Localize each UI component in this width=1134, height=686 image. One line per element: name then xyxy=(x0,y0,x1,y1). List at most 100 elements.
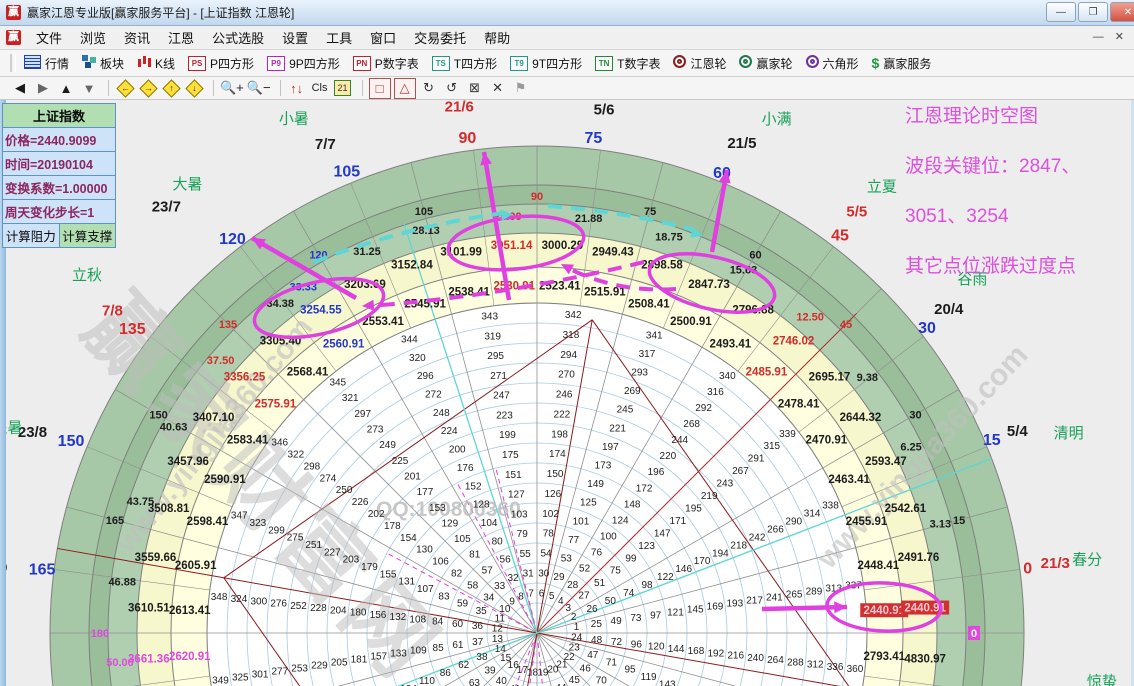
svg-text:33: 33 xyxy=(494,581,506,592)
rotate-cw-button[interactable]: ↻ xyxy=(419,79,439,98)
svg-text:151: 151 xyxy=(505,470,522,481)
toolbar-button-T四方形[interactable]: TST四方形 xyxy=(432,55,497,72)
zoom-out-button[interactable]: 🔍− xyxy=(247,79,271,98)
svg-text:2491.76: 2491.76 xyxy=(898,552,940,564)
menu-item-帮助[interactable]: 帮助 xyxy=(475,31,519,46)
menu-item-浏览[interactable]: 浏览 xyxy=(71,31,115,46)
svg-text:245: 245 xyxy=(617,405,634,416)
rotate-right-gray-button[interactable]: ▶ xyxy=(33,79,53,98)
toolbar-button-T数字表[interactable]: TNT数字表 xyxy=(595,55,660,72)
svg-text:小暑: 小暑 xyxy=(279,111,309,128)
svg-text:218: 218 xyxy=(730,540,747,551)
box-x-button[interactable]: ⊠ xyxy=(465,79,485,98)
svg-text:203: 203 xyxy=(343,555,360,566)
rotate-ccw-button[interactable]: ↺ xyxy=(442,79,462,98)
toolbar-button-行情[interactable]: 行情 xyxy=(24,55,69,72)
rotate-down-gray-button[interactable]: ▼ xyxy=(79,79,99,98)
window-title: 赢家江恩专业版[赢家服务平台] - [上证指数 江恩轮] xyxy=(27,4,294,21)
svg-text:273: 273 xyxy=(367,425,384,436)
menu-item-交易委托[interactable]: 交易委托 xyxy=(405,31,475,46)
svg-text:23/7: 23/7 xyxy=(152,199,181,216)
calc-resistance-button[interactable]: 计算阻力 xyxy=(3,224,60,247)
svg-text:45: 45 xyxy=(831,227,849,244)
maximize-button[interactable]: ❐ xyxy=(1078,2,1108,22)
instrument-name: 上证指数 xyxy=(3,104,115,128)
svg-text:2560.91: 2560.91 xyxy=(323,339,365,351)
toolbar-button-9P四方形[interactable]: P99P四方形 xyxy=(267,55,340,72)
toolbar-button-P四方形[interactable]: PSP四方形 xyxy=(188,55,254,72)
menu-item-公式选股[interactable]: 公式选股 xyxy=(203,31,273,46)
minimize-button[interactable]: — xyxy=(1046,2,1076,22)
menu-item-文件[interactable]: 文件 xyxy=(27,31,71,46)
svg-text:30: 30 xyxy=(909,410,921,422)
square-tool-button[interactable]: □ xyxy=(369,78,391,99)
pan-up-button[interactable]: ↑ xyxy=(161,79,181,98)
svg-text:12: 12 xyxy=(492,623,504,634)
calc-support-button[interactable]: 计算支撑 xyxy=(60,224,116,247)
collapse-button[interactable]: ✕ xyxy=(488,79,508,98)
svg-text:74: 74 xyxy=(623,588,635,599)
triangle-tool-button[interactable]: △ xyxy=(394,78,416,99)
menu-item-资讯[interactable]: 资讯 xyxy=(115,31,159,46)
svg-text:2455.91: 2455.91 xyxy=(846,516,888,528)
pan-down-button[interactable]: ↓ xyxy=(184,79,204,98)
svg-text:104: 104 xyxy=(481,518,498,529)
svg-text:75: 75 xyxy=(584,130,602,147)
svg-text:318: 318 xyxy=(563,330,580,341)
menu-item-窗口[interactable]: 窗口 xyxy=(361,31,405,46)
svg-text:325: 325 xyxy=(232,672,249,683)
updown-button[interactable]: ↑↓ xyxy=(287,79,307,98)
toolbar-button-六角形[interactable]: 六角形 xyxy=(806,55,859,72)
svg-text:105: 105 xyxy=(333,164,360,181)
toolbar-button-P数字表[interactable]: PNP数字表 xyxy=(353,55,419,72)
svg-text:195: 195 xyxy=(685,503,702,514)
toolbar-button-赢家轮[interactable]: 赢家轮 xyxy=(739,55,792,72)
svg-text:129: 129 xyxy=(442,518,459,529)
calendar-button[interactable]: 21 xyxy=(333,79,353,98)
rotate-up-black-button[interactable]: ▲ xyxy=(56,79,76,98)
menu-item-江恩[interactable]: 江恩 xyxy=(159,31,203,46)
menu-item-设置[interactable]: 设置 xyxy=(273,31,317,46)
flag-button[interactable]: ⚑ xyxy=(511,79,531,98)
svg-text:3559.66: 3559.66 xyxy=(135,552,177,564)
svg-text:63: 63 xyxy=(469,678,481,686)
svg-text:360: 360 xyxy=(847,664,864,675)
svg-text:144: 144 xyxy=(668,644,685,655)
svg-text:171: 171 xyxy=(670,516,687,527)
toolbar-button-赢家服务[interactable]: $赢家服务 xyxy=(872,55,932,72)
svg-text:248: 248 xyxy=(433,408,450,419)
svg-text:267: 267 xyxy=(732,466,749,477)
close-button[interactable]: ✕ xyxy=(1110,2,1134,22)
svg-text:31.25: 31.25 xyxy=(353,246,381,258)
pan-right-button[interactable]: → xyxy=(138,79,158,98)
svg-text:204: 204 xyxy=(330,605,347,616)
pan-left-button[interactable]: ← xyxy=(115,79,135,98)
svg-text:32: 32 xyxy=(508,573,520,584)
svg-text:35: 35 xyxy=(476,606,488,617)
svg-text:319: 319 xyxy=(484,331,501,342)
menu-item-工具[interactable]: 工具 xyxy=(317,31,361,46)
toolbar-button-江恩轮[interactable]: 江恩轮 xyxy=(673,55,726,72)
toolbar-button-板块[interactable]: 板块 xyxy=(82,55,124,72)
zoom-in-button[interactable]: 🔍+ xyxy=(220,79,244,98)
toolbar-label: 行情 xyxy=(45,55,69,72)
svg-text:58: 58 xyxy=(467,580,479,591)
pan-right-icon: → xyxy=(139,79,157,97)
svg-text:56: 56 xyxy=(500,555,512,566)
toolbar-grip xyxy=(10,54,16,72)
main-toolbar: 行情板块 K线 PSP四方形 P99P四方形 PNP数字表 TST四方形 T99T四方形 TN… xyxy=(0,50,1134,77)
mdi-window-buttons[interactable]: — ✕ xyxy=(1093,30,1128,43)
toolbar-separator xyxy=(213,80,214,96)
toolbar-button-9T四方形[interactable]: T99T四方形 xyxy=(510,55,582,72)
rotate-left-black-button[interactable]: ◀ xyxy=(10,79,30,98)
toolbar-label: 赢家轮 xyxy=(756,55,792,72)
svg-text:226: 226 xyxy=(352,497,369,508)
svg-text:立秋: 立秋 xyxy=(72,267,102,284)
svg-text:196: 196 xyxy=(648,467,665,478)
svg-text:192: 192 xyxy=(707,648,724,659)
svg-text:146: 146 xyxy=(675,564,692,575)
toolbar-button-K线[interactable]: K线 xyxy=(137,55,175,72)
svg-text:48: 48 xyxy=(591,635,603,646)
candlestick-icon xyxy=(137,55,151,71)
cls-button[interactable]: Cls xyxy=(310,79,330,98)
